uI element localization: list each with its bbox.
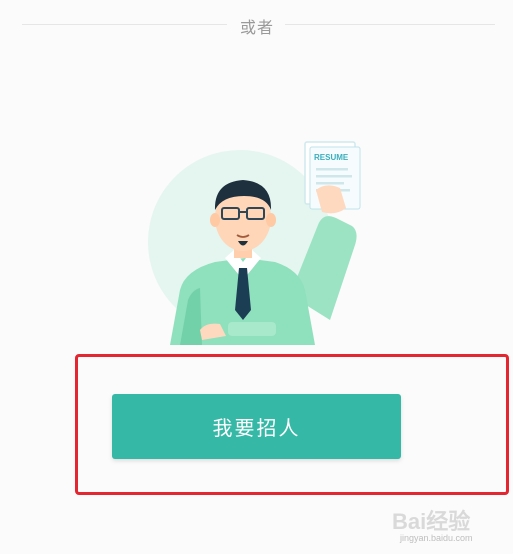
resume-label: RESUME (314, 153, 349, 162)
recruiter-illustration: RESUME (148, 141, 361, 345)
or-divider: 或者 (0, 8, 513, 44)
watermark-url: jingyan.baidu.com (400, 533, 473, 543)
desk-arm (228, 322, 276, 336)
divider-text: 或者 (239, 18, 274, 37)
watermark-logo: Bai经验 (392, 509, 471, 534)
baidu-jingyan-watermark: Bai经验 jingyan.baidu.com (392, 500, 510, 546)
page: 或者 RESUME 我要招人 Bai经验 jingyan.baidu.com (0, 0, 513, 554)
recruit-button[interactable]: 我要招人 (112, 394, 401, 459)
divider-line-left (22, 24, 227, 25)
divider-line-right (285, 24, 495, 25)
